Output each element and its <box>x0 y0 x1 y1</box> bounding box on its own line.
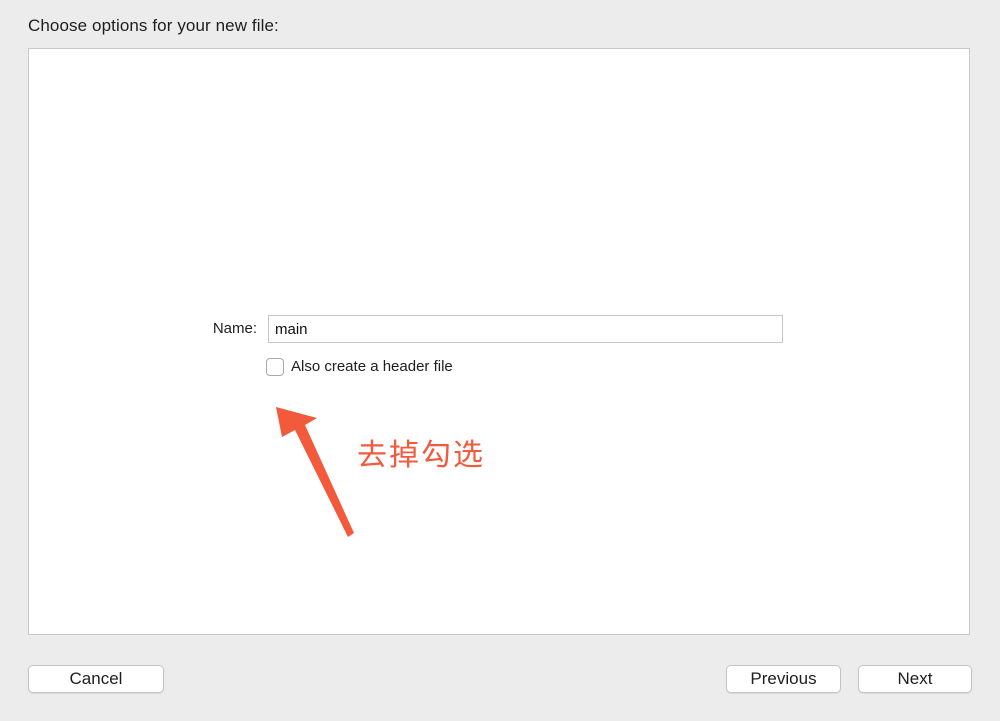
options-panel: Name: Also create a header file 去掉勾选 <box>28 48 970 635</box>
next-button[interactable]: Next <box>858 665 972 693</box>
cancel-button[interactable]: Cancel <box>28 665 164 693</box>
previous-button[interactable]: Previous <box>726 665 841 693</box>
annotation-arrow-icon <box>276 407 354 537</box>
dialog-title: Choose options for your new file: <box>28 16 279 35</box>
annotation-text: 去掉勾选 <box>357 438 485 473</box>
